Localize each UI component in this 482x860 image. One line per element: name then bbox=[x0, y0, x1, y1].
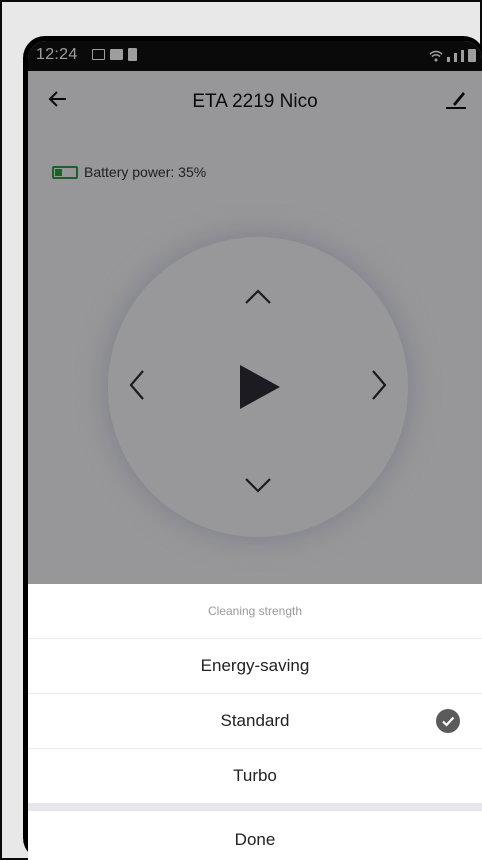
sheet-title: Cleaning strength bbox=[28, 584, 482, 639]
option-label: Energy-saving bbox=[200, 656, 310, 675]
option-label: Standard bbox=[220, 711, 290, 730]
option-energy-saving[interactable]: Energy-saving bbox=[28, 639, 482, 694]
check-icon bbox=[436, 709, 460, 733]
phone-screen: 12:24 ETA 2219 Nico Battery power: 35% C… bbox=[28, 41, 482, 860]
option-turbo[interactable]: Turbo bbox=[28, 749, 482, 803]
done-button[interactable]: Done bbox=[28, 811, 482, 860]
cleaning-strength-sheet: Cleaning strength Energy-saving Standard… bbox=[28, 584, 482, 860]
option-standard[interactable]: Standard bbox=[28, 694, 482, 749]
sheet-divider bbox=[28, 803, 482, 811]
option-label: Turbo bbox=[233, 766, 277, 785]
